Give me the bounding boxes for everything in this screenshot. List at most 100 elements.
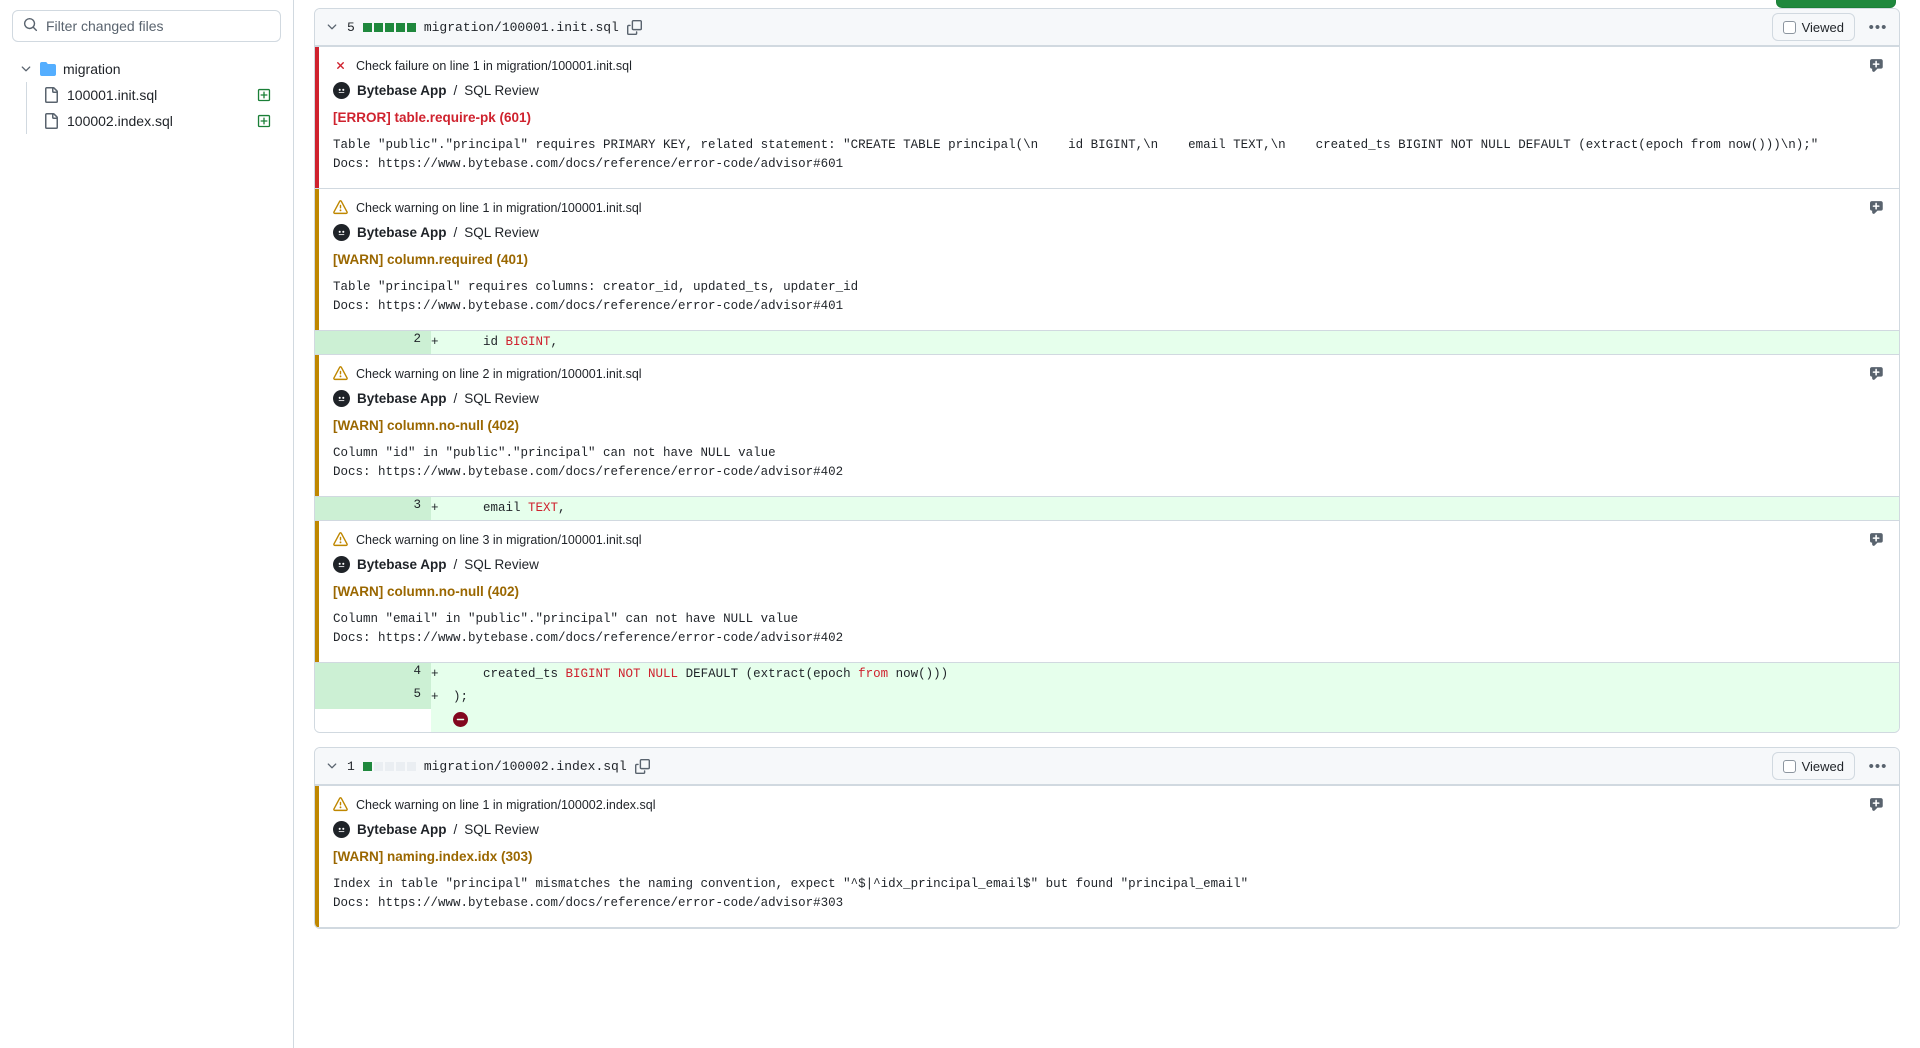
file-options-kebab-icon[interactable]: ••• <box>1865 14 1891 40</box>
viewed-toggle[interactable]: Viewed <box>1772 13 1855 41</box>
file-header: 5 migration/100001.init.sql Viewed ••• <box>315 9 1899 46</box>
annotation-actions <box>1858 797 1887 913</box>
line-number-old <box>315 709 373 732</box>
diff-stat-blocks <box>363 762 416 771</box>
diff-table: 4+ created_ts BIGINT NOT NULL DEFAULT (e… <box>315 663 1899 732</box>
annotation-actions <box>1858 200 1887 316</box>
diff-line-added[interactable]: 4+ created_ts BIGINT NOT NULL DEFAULT (e… <box>315 663 1899 686</box>
diff-sign: + <box>431 498 453 519</box>
file-change-count: 1 <box>347 759 355 774</box>
annotation-check-name: SQL Review <box>464 822 539 837</box>
diff-stat-block <box>407 762 416 771</box>
file-icon <box>43 87 59 103</box>
no-newline-row <box>315 709 1899 732</box>
bytebase-app-avatar <box>333 821 350 838</box>
annotation-rule: [WARN] column.no-null (402) <box>333 418 1858 433</box>
diff-line-content: +); <box>431 686 1899 709</box>
copy-icon[interactable] <box>627 20 642 35</box>
annotation-message: Index in table "principal" mismatches th… <box>333 875 1858 913</box>
file-list: 5 migration/100001.init.sql Viewed ••• Check… <box>314 8 1900 929</box>
annotation-actions <box>1858 58 1887 174</box>
add-comment-icon[interactable] <box>1870 532 1887 549</box>
diff-sign: + <box>431 687 453 708</box>
tree-folder-migration[interactable]: migration <box>12 56 281 82</box>
diff-stat-block <box>374 23 383 32</box>
code-token: DEFAULT (extract(epoch <box>678 667 858 681</box>
line-number-new: 2 <box>373 331 431 354</box>
file-options-kebab-icon[interactable]: ••• <box>1865 753 1891 779</box>
annotation-check-name: SQL Review <box>464 557 539 572</box>
viewed-toggle[interactable]: Viewed <box>1772 752 1855 780</box>
diff-sign: + <box>431 664 453 685</box>
search-icon <box>23 17 38 35</box>
line-number-old <box>315 663 373 686</box>
annotation-app-name[interactable]: Bytebase App <box>357 83 447 98</box>
tree-file-100002-index-sql[interactable]: 100002.index.sql <box>27 108 281 134</box>
check-annotation-warn: Check warning on line 1 in migration/100… <box>315 785 1899 928</box>
file-path[interactable]: migration/100002.index.sql <box>424 759 627 774</box>
annotation-app-name[interactable]: Bytebase App <box>357 557 447 572</box>
annotation-actions <box>1858 366 1887 482</box>
diff-line-added[interactable]: 3+ email TEXT, <box>315 497 1899 520</box>
line-number-old <box>315 686 373 709</box>
annotation-separator: / <box>454 83 458 98</box>
annotation-title: Check warning on line 1 in migration/100… <box>356 201 642 215</box>
alert-triangle-icon <box>333 797 348 812</box>
check-annotation-warn: Check warning on line 2 in migration/100… <box>315 354 1899 497</box>
copy-icon[interactable] <box>635 759 650 774</box>
annotation-separator: / <box>454 391 458 406</box>
annotation-check-name: SQL Review <box>464 83 539 98</box>
diff-stat-block <box>385 762 394 771</box>
annotation-separator: / <box>454 557 458 572</box>
annotation-message: Column "email" in "public"."principal" c… <box>333 610 1858 648</box>
file-header: 1 migration/100002.index.sql Viewed ••• <box>315 748 1899 785</box>
tree-file-label: 100001.init.sql <box>67 87 157 103</box>
annotation-app-name[interactable]: Bytebase App <box>357 391 447 406</box>
file-path[interactable]: migration/100001.init.sql <box>424 20 619 35</box>
bytebase-app-avatar <box>333 556 350 573</box>
add-comment-icon[interactable] <box>1870 58 1887 75</box>
diff-line-content: + id BIGINT, <box>431 331 1899 354</box>
tree-file-label: 100002.index.sql <box>67 113 173 129</box>
diff-added-icon <box>257 114 271 128</box>
annotation-app-name[interactable]: Bytebase App <box>357 822 447 837</box>
tree-file-100001-init-sql[interactable]: 100001.init.sql <box>27 82 281 108</box>
add-comment-icon[interactable] <box>1870 366 1887 383</box>
chevron-down-icon[interactable] <box>325 759 339 773</box>
code-token: id <box>453 335 506 349</box>
tree-folder-label: migration <box>63 61 121 77</box>
code-token: created_ts <box>453 667 566 681</box>
line-number-new: 4 <box>373 663 431 686</box>
diff-line-added[interactable]: 2+ id BIGINT, <box>315 331 1899 354</box>
diff-stat-block <box>396 762 405 771</box>
code-token: email <box>453 501 528 515</box>
filter-changed-files-box[interactable] <box>12 10 281 42</box>
alert-triangle-icon <box>333 532 348 547</box>
review-changes-button[interactable] <box>1776 0 1896 8</box>
pull-request-files-view: migration 100001.init.sql <box>0 0 1920 1048</box>
add-comment-icon[interactable] <box>1870 200 1887 217</box>
viewed-checkbox[interactable] <box>1783 21 1796 34</box>
code-token: ); <box>453 690 468 704</box>
code-token: TEXT <box>528 501 558 515</box>
viewed-checkbox[interactable] <box>1783 760 1796 773</box>
file-change-count: 5 <box>347 20 355 35</box>
x-circle-icon <box>333 58 348 73</box>
line-number-old <box>315 497 373 520</box>
bytebase-app-avatar <box>333 224 350 241</box>
chevron-down-icon[interactable] <box>325 20 339 34</box>
annotation-rule: [WARN] column.required (401) <box>333 252 1858 267</box>
alert-triangle-icon <box>333 200 348 215</box>
annotation-app-name[interactable]: Bytebase App <box>357 225 447 240</box>
diff-line-added[interactable]: 5+); <box>315 686 1899 709</box>
annotation-title: Check warning on line 2 in migration/100… <box>356 367 642 381</box>
check-annotation-error: Check failure on line 1 in migration/100… <box>315 46 1899 189</box>
diff-pane: 5 migration/100001.init.sql Viewed ••• Check… <box>294 0 1920 1048</box>
filter-changed-files-input[interactable] <box>46 18 270 34</box>
add-comment-icon[interactable] <box>1870 797 1887 814</box>
no-newline-icon <box>453 712 468 727</box>
folder-icon <box>40 61 56 77</box>
diff-sign: + <box>431 332 453 353</box>
annotation-message: Table "principal" requires columns: crea… <box>333 278 1858 316</box>
file-diff-card: 1 migration/100002.index.sql Viewed ••• Chec… <box>314 747 1900 929</box>
